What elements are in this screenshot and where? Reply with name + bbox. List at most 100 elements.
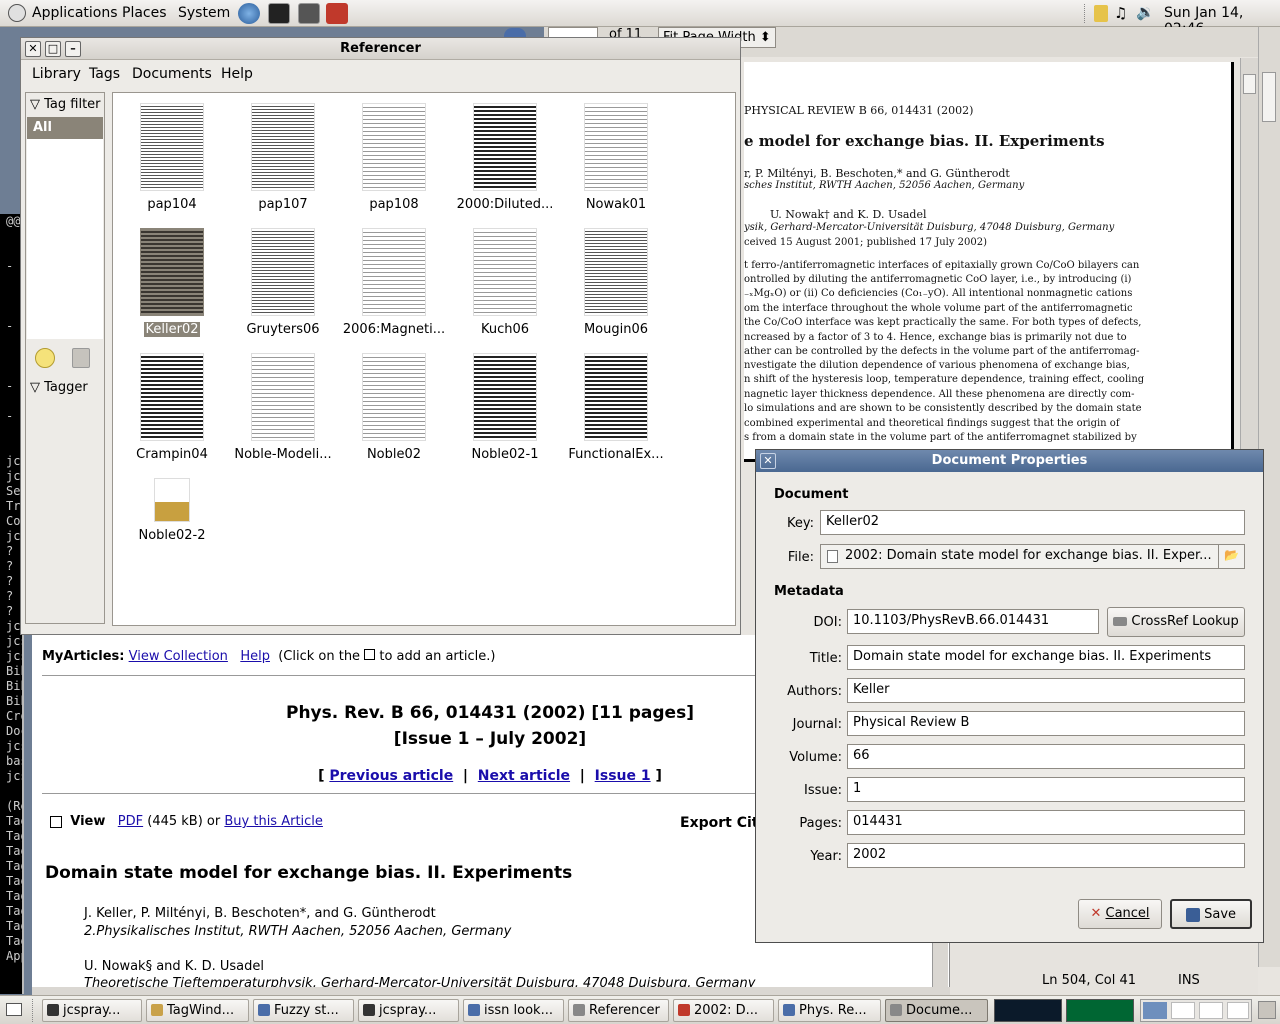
library-menu[interactable]: Library (32, 66, 81, 82)
pdf-link[interactable]: PDF (118, 814, 143, 829)
delete-tag-icon[interactable] (72, 348, 90, 368)
trash-icon[interactable] (1258, 1001, 1276, 1019)
panel-separator (32, 999, 34, 1022)
taskbar-button[interactable]: Fuzzy st... (253, 999, 354, 1022)
document-item[interactable]: Nowak01 (561, 103, 671, 212)
taskbar-button[interactable]: Phys. Re... (778, 999, 881, 1022)
document-item[interactable]: Noble02 (339, 353, 449, 462)
document-label: Noble02-1 (450, 447, 560, 462)
add-hint-post: to add an article.) (379, 649, 496, 664)
document-grid[interactable]: pap104 pap107 pap108 2000:Diluted... Nowak01… (112, 92, 736, 626)
title-field[interactable]: Domain state model for exchange bias. II… (847, 645, 1245, 670)
tagger-header[interactable]: ▽ Tagger (30, 380, 88, 395)
tag-filter-header[interactable]: ▽ Tag filter (30, 97, 101, 112)
workspace-1[interactable] (1143, 1002, 1167, 1019)
workspace-3[interactable] (1199, 1002, 1223, 1019)
save-button[interactable]: Save (1170, 899, 1252, 929)
referencer-titlebar[interactable]: ✕ □ – Referencer (21, 38, 740, 60)
volume-icon[interactable]: 🔉 (1136, 3, 1155, 21)
document-item[interactable]: pap107 (228, 103, 338, 212)
issue-link[interactable]: Issue 1 (595, 768, 651, 784)
taskbar-button[interactable]: jcspray... (358, 999, 459, 1022)
applications-menu[interactable]: Applications (32, 5, 118, 21)
document-label: Noble02 (339, 447, 449, 462)
monitor-launcher-icon[interactable] (298, 3, 320, 24)
file-chooser[interactable]: 2002: Domain state model for exchange bi… (820, 544, 1245, 569)
view-collection-link[interactable]: View Collection (129, 649, 228, 664)
music-icon[interactable]: ♫ (1114, 4, 1127, 22)
document-label-text: pap107 (258, 197, 308, 212)
volume-label: Volume: (789, 750, 842, 765)
volume-field[interactable]: 66 (847, 744, 1245, 769)
document-item[interactable]: Crampin04 (117, 353, 227, 462)
help-menu[interactable]: Help (221, 66, 253, 82)
taskbar-button[interactable]: issn look... (463, 999, 564, 1022)
taskbar-button[interactable]: jcspray... (42, 999, 142, 1022)
document-item[interactable]: Noble02-2 (117, 478, 227, 543)
issue-field[interactable]: 1 (847, 777, 1245, 802)
viewer-scrollbar[interactable] (1240, 58, 1258, 458)
taskbar-button[interactable]: Referencer (568, 999, 669, 1022)
document-item[interactable]: Mougin06 (561, 228, 671, 337)
taskbar-button[interactable]: TagWind... (146, 999, 249, 1022)
terminal-line: TagW (6, 919, 22, 933)
taskbar-button[interactable]: Docume... (885, 999, 988, 1022)
system-menu[interactable]: System (178, 5, 230, 21)
workspace-2[interactable] (1171, 1002, 1195, 1019)
cancel-button[interactable]: ✕ Cancel (1078, 899, 1162, 929)
previous-article-link[interactable]: Previous article (329, 768, 453, 784)
document-item[interactable]: Kuch06 (450, 228, 560, 337)
foot-icon[interactable] (8, 4, 26, 22)
page-line: sches Institut, RWTH Aachen, 52056 Aache… (744, 180, 1025, 191)
browser-launcher-icon[interactable] (238, 3, 260, 24)
document-item[interactable]: Keller02 (117, 228, 227, 337)
document-item[interactable]: Noble02-1 (450, 353, 560, 462)
page-line: the Co/CoO interface was kept practicall… (744, 317, 1142, 328)
year-field[interactable]: 2002 (847, 843, 1245, 868)
workspace-4[interactable] (1227, 1002, 1249, 1019)
browser-hscrollbar[interactable] (32, 987, 950, 995)
scroll-thumb[interactable] (1243, 74, 1256, 94)
terminal-launcher-icon[interactable] (268, 3, 290, 24)
doi-field[interactable]: 10.1103/PhysRevB.66.014431 (847, 609, 1099, 634)
crossref-lookup-button[interactable]: CrossRef Lookup (1107, 607, 1245, 637)
window-title: Referencer (340, 41, 421, 56)
select-checkbox[interactable] (50, 815, 62, 828)
title-label: Title: (809, 651, 842, 666)
help-link[interactable]: Help (240, 649, 270, 664)
key-field[interactable]: Keller02 (820, 510, 1245, 535)
document-item[interactable]: Gruyters06 (228, 228, 338, 337)
scroll-thumb[interactable] (1262, 72, 1276, 122)
taskbar-button[interactable]: 2002: D... (673, 999, 774, 1022)
tags-menu[interactable]: Tags (89, 66, 120, 82)
buy-article-link[interactable]: Buy this Article (224, 814, 323, 829)
folder-icon[interactable]: 📂 (1218, 545, 1244, 568)
insert-mode: INS (1178, 973, 1200, 988)
next-article-link[interactable]: Next article (478, 768, 570, 784)
dialog-titlebar[interactable]: ✕ Document Properties (756, 450, 1263, 472)
documents-menu[interactable]: Documents (132, 66, 212, 82)
file-label: File: (787, 550, 814, 565)
terminal-line: TagW (6, 829, 22, 843)
places-menu[interactable]: Places (122, 5, 167, 21)
journal-field[interactable]: Physical Review B (847, 711, 1245, 736)
document-item[interactable]: pap108 (339, 103, 449, 212)
authors-field[interactable]: Keller (847, 678, 1245, 703)
taskbar-label: jcspray... (379, 1003, 437, 1018)
tag-all[interactable]: All (27, 117, 103, 139)
pages-field[interactable]: 014431 (847, 810, 1245, 835)
document-item[interactable]: pap104 (117, 103, 227, 212)
tag-list[interactable] (27, 139, 103, 339)
document-item[interactable]: Noble-Modeli... (228, 353, 338, 462)
workspace-switcher[interactable] (1140, 999, 1252, 1022)
new-tag-icon[interactable] (35, 348, 55, 368)
document-item[interactable]: FunctionalEx... (561, 353, 671, 462)
notification-icon[interactable] (1094, 5, 1108, 22)
document-item[interactable]: 2006:Magneti... (339, 228, 449, 337)
show-desktop-icon[interactable] (6, 1003, 22, 1016)
terminal-line: ? (6, 604, 14, 618)
document-item[interactable]: 2000:Diluted... (450, 103, 560, 212)
app-launcher-icon[interactable] (326, 3, 348, 24)
